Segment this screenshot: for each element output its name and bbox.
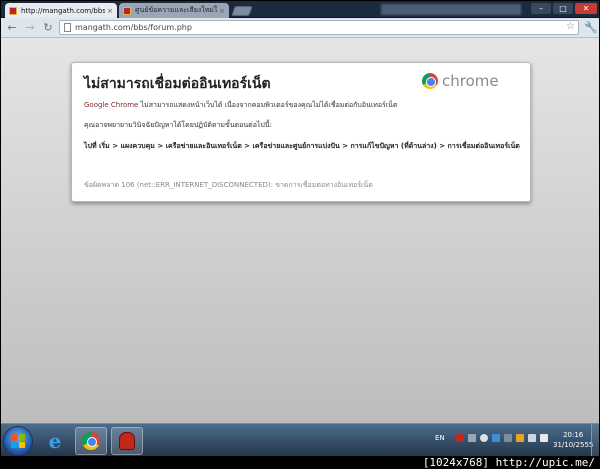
taskbar: e EN 20:16 31/10/2555 (1, 423, 599, 457)
tab-title: http://mangath.com/bbs/f (21, 6, 106, 15)
site-favicon-icon (9, 6, 17, 15)
description-text: ไม่สามารถแสดงหน้าเว็บได้ เนื่องจากคอมพิว… (140, 101, 398, 109)
clock-date: 31/10/2555 (553, 441, 594, 449)
tray-flag-icon[interactable] (516, 434, 524, 442)
tray-clock-icon[interactable] (480, 434, 488, 442)
internet-explorer-icon[interactable]: e (39, 427, 71, 455)
clock-time: 20:16 (563, 431, 584, 439)
watermark-text: [1024x768] http://upic.me/ (422, 456, 595, 469)
chrome-icon (422, 73, 438, 89)
blurred-region (381, 4, 521, 15)
start-button[interactable] (3, 426, 33, 456)
tray-volume-icon[interactable] (540, 434, 548, 442)
page-content: ไม่สามารถเชื่อมต่ออินเทอร์เน็ต chrome Go… (1, 38, 599, 423)
app-taskbar-icon[interactable] (111, 427, 143, 455)
maximize-button[interactable]: □ (553, 3, 573, 14)
tray-network-icon[interactable] (468, 434, 476, 442)
troubleshoot-path: ไปที่ เริ่ม > แผงควบคุม > เครือข่ายและอิ… (84, 142, 520, 150)
address-text: mangath.com/bbs/forum.php (75, 23, 192, 32)
error-title: ไม่สามารถเชื่อมต่ออินเทอร์เน็ต (84, 76, 271, 92)
error-description: Google Chrome ไม่สามารถแสดงหน้าเว็บได้ เ… (84, 101, 520, 110)
address-bar[interactable]: mangath.com/bbs/forum.php ☆ (59, 20, 579, 35)
windows-logo-icon (11, 434, 25, 448)
tray-update-icon[interactable] (492, 434, 500, 442)
troubleshoot-intro: คุณอาจพยายามวินิจฉัยปัญหาได้โดยปฏิบัติตา… (84, 121, 273, 129)
show-desktop-button[interactable] (591, 424, 599, 457)
back-arrow-icon[interactable]: ← (5, 21, 19, 35)
language-indicator[interactable]: EN (435, 434, 445, 442)
taskbar-clock[interactable]: 20:16 31/10/2555 (553, 430, 593, 450)
reload-icon[interactable]: ↻ (41, 21, 55, 35)
tab-close-icon[interactable]: × (107, 7, 113, 15)
page-icon (64, 23, 71, 32)
close-window-button[interactable]: ✕ (575, 3, 597, 14)
chrome-logo: chrome (422, 72, 499, 90)
chrome-wordmark: chrome (442, 72, 499, 90)
brand-name: Google Chrome (84, 101, 139, 109)
tray-app-icon[interactable] (456, 434, 464, 442)
tray-screen-icon[interactable] (528, 434, 536, 442)
wrench-icon[interactable]: 🔧 (584, 21, 598, 34)
tray-device-icon[interactable] (504, 434, 512, 442)
forward-arrow-icon[interactable]: → (23, 21, 37, 35)
minimize-button[interactable]: – (531, 3, 551, 14)
tab-close-icon[interactable]: × (219, 7, 225, 15)
watermark-strip: [1024x768] http://upic.me/ (1, 456, 599, 469)
bookmark-star-icon[interactable]: ☆ (566, 21, 575, 32)
error-code: ข้อผิดพลาด 106 (net::ERR_INTERNET_DISCON… (84, 181, 373, 189)
site-favicon-icon (123, 6, 131, 15)
new-tab-button[interactable] (231, 6, 253, 16)
chrome-taskbar-icon[interactable] (75, 427, 107, 455)
error-card: ไม่สามารถเชื่อมต่ออินเทอร์เน็ต chrome Go… (71, 62, 531, 202)
tab-message-center[interactable]: ศูนย์ข้อความและเสียงใหม่ใช้ × (119, 3, 229, 18)
tab-strip: http://mangath.com/bbs/f × ศูนย์ข้อความแ… (1, 1, 599, 18)
tab-mangath[interactable]: http://mangath.com/bbs/f × (5, 3, 117, 18)
tab-title: ศูนย์ข้อความและเสียงใหม่ใช้ (135, 6, 218, 14)
browser-toolbar: ← → ↻ mangath.com/bbs/forum.php ☆ 🔧 (1, 18, 599, 38)
screen: http://mangath.com/bbs/f × ศูนย์ข้อความแ… (0, 0, 600, 469)
